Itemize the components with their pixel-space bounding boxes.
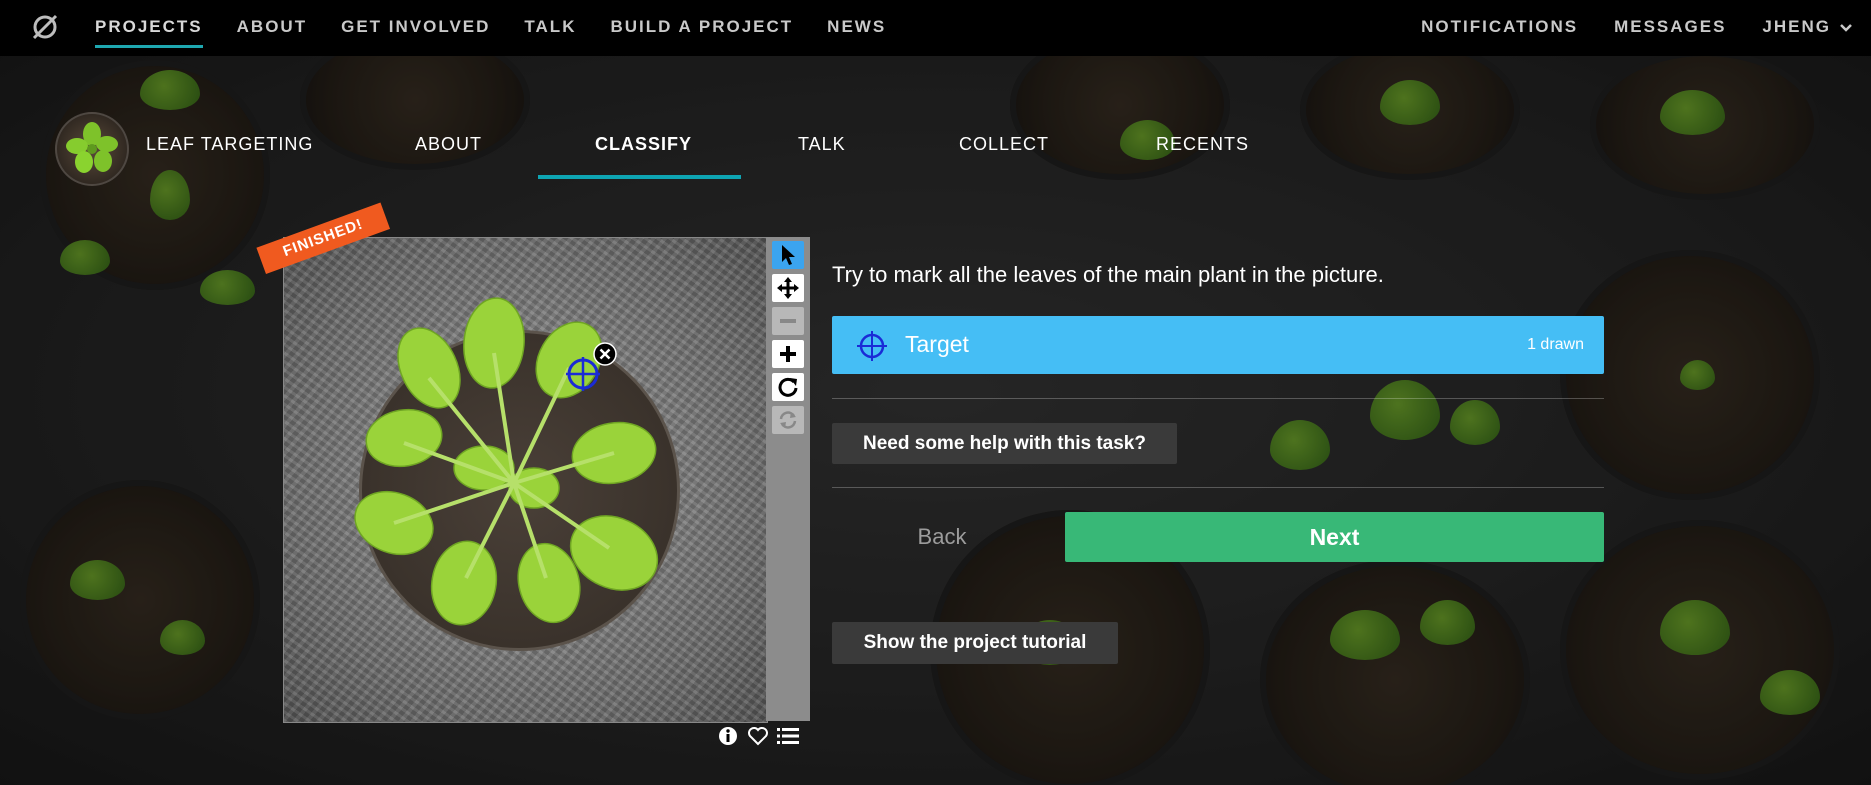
divider [832, 487, 1604, 488]
nav-news[interactable]: NEWS [827, 0, 886, 56]
nav-messages[interactable]: MESSAGES [1614, 0, 1726, 56]
back-button[interactable]: Back [832, 512, 1052, 562]
tab-talk[interactable]: TALK [798, 134, 846, 155]
pointer-tool-button[interactable] [772, 241, 804, 269]
nav-talk[interactable]: TALK [524, 0, 576, 56]
nav-projects[interactable]: PROJECTS [95, 0, 203, 56]
finished-ribbon: FINISHED! [256, 202, 396, 296]
drawn-count: 1 drawn [1527, 336, 1584, 353]
project-title[interactable]: LEAF TARGETING [146, 134, 313, 155]
user-menu[interactable]: JHENG [1762, 0, 1853, 56]
project-nav: LEAF TARGETING ABOUT CLASSIFY TALK COLLE… [0, 56, 1871, 186]
nav-notifications[interactable]: NOTIFICATIONS [1421, 0, 1578, 56]
reset-button[interactable] [772, 406, 804, 434]
next-button[interactable]: Next [1065, 512, 1604, 562]
nav-about[interactable]: ABOUT [237, 0, 307, 56]
zoom-out-button[interactable] [772, 307, 804, 335]
subject-image[interactable] [283, 237, 768, 723]
viewer-toolbar [766, 237, 810, 721]
zoom-in-icon [780, 346, 796, 362]
zooniverse-logo-icon[interactable] [31, 13, 59, 41]
info-icon[interactable] [713, 724, 743, 748]
site-nav: PROJECTS ABOUT GET INVOLVED TALK BUILD A… [95, 0, 920, 56]
pan-icon [777, 277, 799, 299]
divider [832, 398, 1604, 399]
zoom-out-icon [780, 319, 796, 323]
crosshair-icon [856, 330, 888, 367]
chevron-down-icon [1839, 1, 1853, 55]
tab-collect[interactable]: COLLECT [959, 134, 1049, 155]
rotate-button[interactable] [772, 373, 804, 401]
task-instruction: Try to mark all the leaves of the main p… [832, 262, 1384, 287]
rotate-icon [778, 377, 798, 397]
reset-icon [779, 411, 797, 429]
top-navbar: PROJECTS ABOUT GET INVOLVED TALK BUILD A… [0, 0, 1871, 56]
plant-illustration [354, 297, 659, 626]
help-button[interactable]: Need some help with this task? [832, 423, 1177, 464]
pointer-icon [782, 245, 795, 265]
tab-recents[interactable]: RECENTS [1156, 134, 1249, 155]
heart-icon[interactable] [743, 724, 773, 748]
nav-build-a-project[interactable]: BUILD A PROJECT [610, 0, 793, 56]
target-tool-label: Target [905, 331, 969, 357]
pan-tool-button[interactable] [772, 274, 804, 302]
user-name: JHENG [1762, 17, 1831, 36]
tab-about[interactable]: ABOUT [415, 134, 482, 155]
tutorial-button[interactable]: Show the project tutorial [832, 622, 1118, 664]
account-nav: NOTIFICATIONS MESSAGES JHENG [1385, 0, 1853, 56]
target-tool-button[interactable]: Target 1 drawn [832, 316, 1604, 374]
project-avatar[interactable] [55, 112, 129, 186]
nav-get-involved[interactable]: GET INVOLVED [341, 0, 490, 56]
tab-classify[interactable]: CLASSIFY [595, 134, 692, 155]
active-tab-indicator [538, 175, 741, 179]
zoom-in-button[interactable] [772, 340, 804, 368]
viewer-footer [713, 724, 803, 748]
collection-icon[interactable] [773, 724, 803, 748]
delete-mark-icon[interactable] [593, 342, 617, 366]
